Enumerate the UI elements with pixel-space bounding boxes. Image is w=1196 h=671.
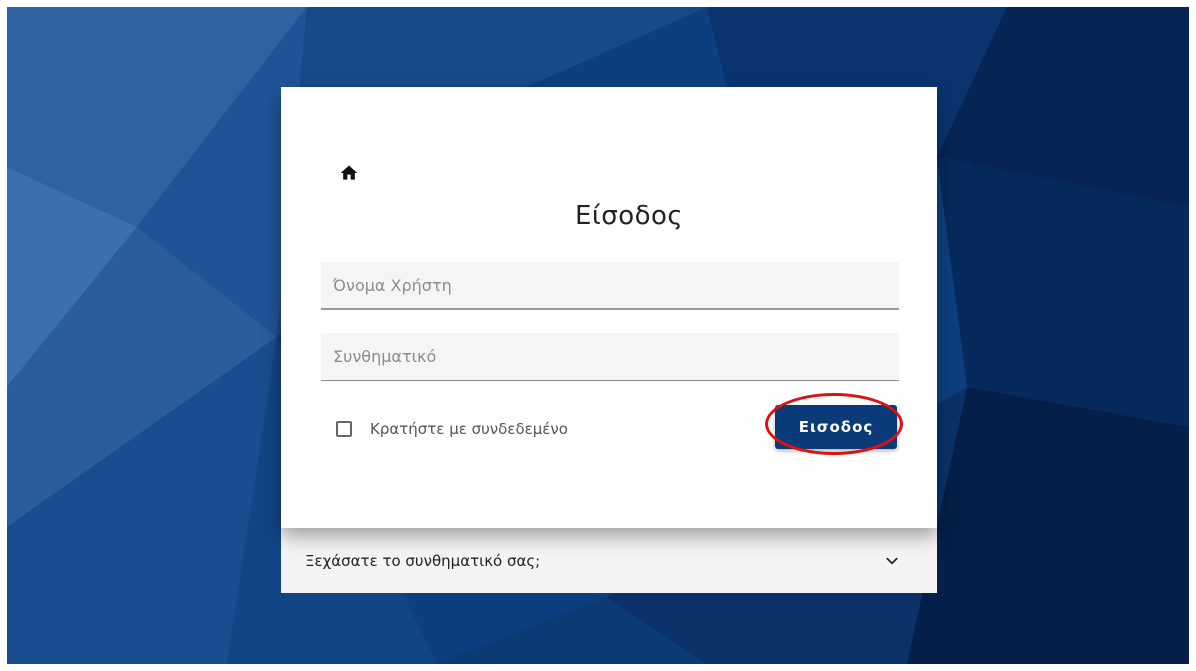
forgot-password-label: Ξεχάσατε το συνθηματικό σας; (305, 551, 541, 570)
login-page: Είσοδος Κρατήστε με συνδεδεμένο Εισοδος … (7, 7, 1189, 664)
password-input[interactable] (321, 333, 899, 380)
username-input[interactable] (321, 262, 899, 308)
forgot-password-panel[interactable]: Ξεχάσατε το συνθηματικό σας; (281, 528, 937, 593)
remember-me-checkbox[interactable] (336, 421, 352, 437)
login-card: Είσοδος Κρατήστε με συνδεδεμένο Εισοδος (281, 87, 937, 528)
page-title: Είσοδος (575, 201, 684, 231)
home-icon[interactable] (339, 163, 359, 183)
username-field (321, 262, 899, 310)
remember-me-label: Κρατήστε με συνδεδεμένο (370, 420, 568, 438)
login-button[interactable]: Εισοδος (775, 405, 897, 449)
password-field (321, 333, 899, 381)
chevron-down-icon[interactable] (885, 554, 899, 568)
remember-me[interactable]: Κρατήστε με συνδεδεμένο (336, 420, 568, 438)
